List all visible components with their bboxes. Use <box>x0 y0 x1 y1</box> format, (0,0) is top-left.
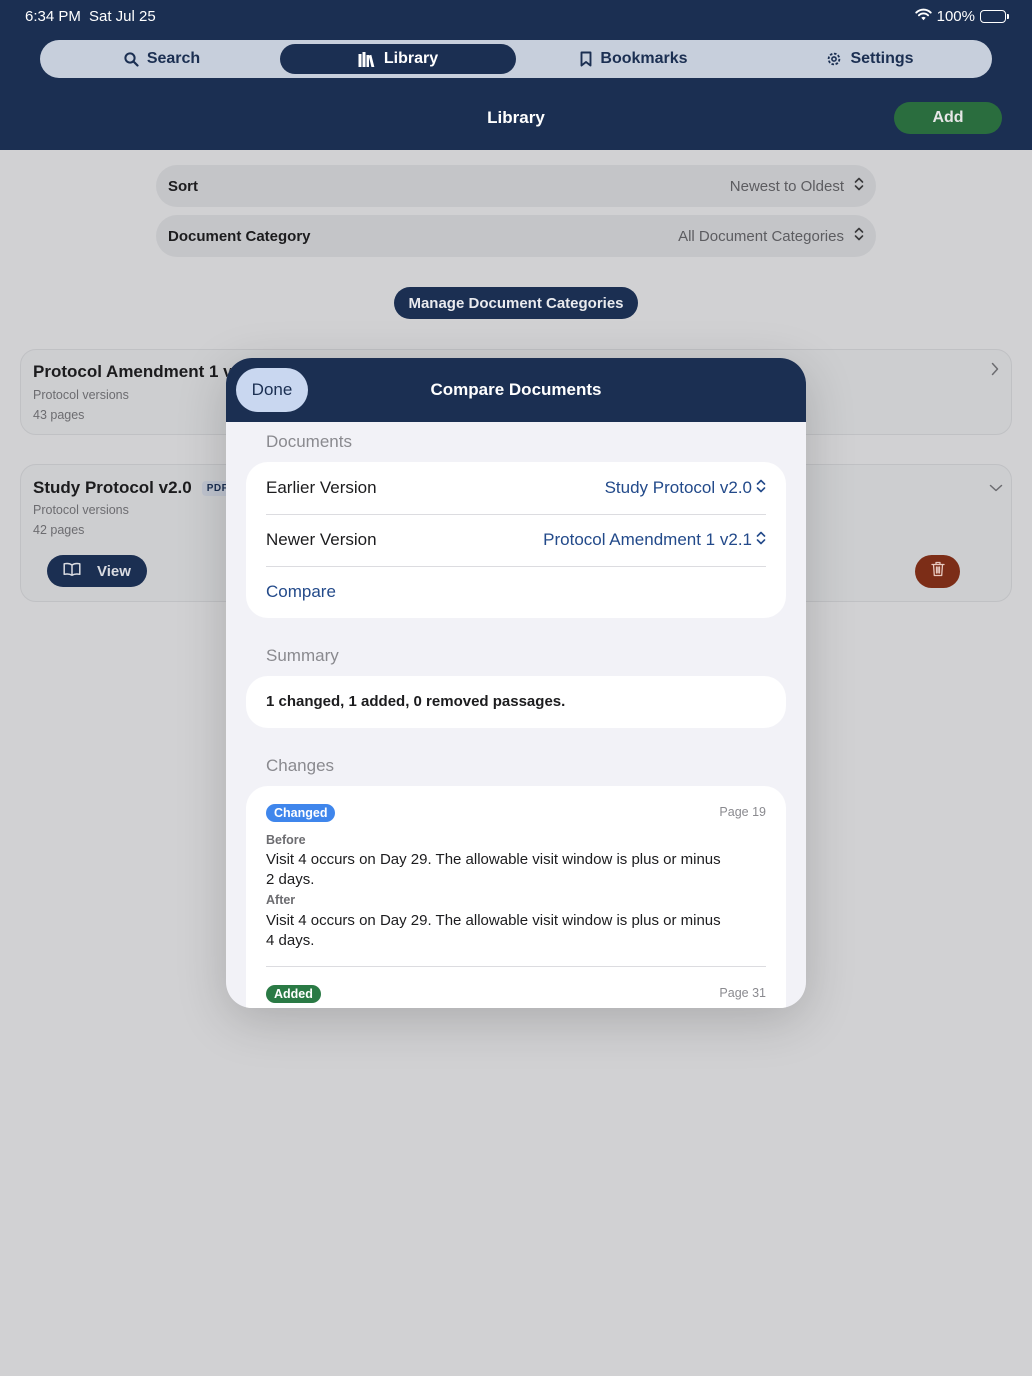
bookmark-icon <box>580 51 592 67</box>
changed-badge: Changed <box>266 804 336 822</box>
gear-icon <box>826 51 842 67</box>
changes-group: Changed Page 19 Before Visit 4 occurs on… <box>246 786 786 1008</box>
category-label: Document Category <box>168 227 311 245</box>
before-label: Before <box>266 833 306 847</box>
status-time: 6:34 PM <box>25 8 81 25</box>
before-text-line: Visit 4 occurs on Day 29. The allowable … <box>266 851 721 868</box>
after-text-line: Visit 4 occurs on Day 29. The allowable … <box>266 912 721 929</box>
divider <box>266 966 766 967</box>
tab-label: Settings <box>850 50 914 67</box>
earlier-version-value: Study Protocol v2.0 <box>604 478 752 497</box>
compare-documents-sheet: Done Compare Documents Documents Earlier… <box>226 358 806 1008</box>
battery-percentage: 100% <box>936 8 975 25</box>
earlier-version-picker[interactable]: Earlier Version Study Protocol v2.0 <box>266 462 766 514</box>
summary-text: 1 changed, 1 added, 0 removed passages. <box>266 693 566 710</box>
tab-library[interactable]: Library <box>280 44 516 74</box>
category-picker[interactable]: Document Category All Document Categorie… <box>156 215 876 257</box>
chevron-up-down-icon <box>854 227 864 245</box>
search-icon <box>124 51 139 67</box>
earlier-version-label: Earlier Version <box>266 478 377 497</box>
status-bar: 6:34 PM Sat Jul 25 100% <box>0 0 1032 32</box>
newer-version-value: Protocol Amendment 1 v2.1 <box>543 530 752 549</box>
battery-icon <box>980 10 1009 23</box>
sheet-header: Done Compare Documents <box>226 358 806 422</box>
wifi-icon <box>914 8 932 25</box>
documents-group: Earlier Version Study Protocol v2.0 Newe… <box>246 462 786 618</box>
trash-icon <box>930 561 945 582</box>
after-label: After <box>266 893 296 907</box>
newer-version-label: Newer Version <box>266 530 377 549</box>
tab-search[interactable]: Search <box>44 44 280 74</box>
delete-button[interactable] <box>915 555 960 588</box>
compare-row: Compare <box>266 566 766 618</box>
books-icon <box>358 51 376 67</box>
tab-label: Search <box>146 50 201 67</box>
add-button[interactable]: Add <box>894 102 1002 134</box>
tab-settings[interactable]: Settings <box>752 44 988 74</box>
chevron-right-icon[interactable] <box>991 362 999 381</box>
chevron-down-icon[interactable] <box>989 479 1003 497</box>
before-text-line: 2 days. <box>266 871 315 888</box>
sort-value: Newest to Oldest <box>729 177 844 195</box>
summary-section-header: Summary <box>266 646 339 665</box>
segmented-tab-bar: Search Library Bookmarks Settings <box>40 40 992 78</box>
documents-section-header: Documents <box>266 432 352 451</box>
document-category: Protocol versions <box>33 388 129 402</box>
chevron-up-down-icon <box>756 530 766 550</box>
earlier-version-value-wrap: Study Protocol v2.0 <box>605 478 766 498</box>
summary-group: 1 changed, 1 added, 0 removed passages. <box>246 676 786 728</box>
sort-picker[interactable]: Sort Newest to Oldest <box>156 165 876 207</box>
newer-version-picker[interactable]: Newer Version Protocol Amendment 1 v2.1 <box>266 514 766 566</box>
manage-categories-button[interactable]: Manage Document Categories <box>394 287 638 319</box>
added-badge: Added <box>266 985 321 1003</box>
document-title-text: Protocol Amendment 1 v2 <box>33 362 243 381</box>
compare-button[interactable]: Compare <box>266 582 336 602</box>
changes-section-header: Changes <box>266 756 335 775</box>
view-button[interactable]: View <box>47 555 147 587</box>
document-title: Study Protocol v2.0 PDF <box>33 478 234 498</box>
view-label: View <box>97 562 131 580</box>
tab-label: Library <box>383 50 439 67</box>
tab-label: Bookmarks <box>600 50 688 67</box>
chevron-up-down-icon <box>854 177 864 195</box>
page-reference: Page 31 <box>719 986 766 1000</box>
chevron-up-down-icon <box>756 478 766 498</box>
status-date: Sat Jul 25 <box>89 8 156 25</box>
app-header: 6:34 PM Sat Jul 25 100% Search Library B… <box>0 0 1032 150</box>
sheet-title: Compare Documents <box>430 380 602 399</box>
page-reference: Page 19 <box>719 805 766 819</box>
after-text-line: 4 days. <box>266 932 315 949</box>
document-category: Protocol versions <box>33 503 129 517</box>
sort-label: Sort <box>168 177 198 195</box>
category-value: All Document Categories <box>678 227 844 245</box>
sort-value-wrap: Newest to Oldest <box>730 177 864 195</box>
document-title-text: Study Protocol v2.0 <box>33 478 192 497</box>
page-title: Library <box>487 108 545 127</box>
document-pages: 43 pages <box>33 408 85 422</box>
status-indicators: 100% <box>914 8 1009 25</box>
document-title: Protocol Amendment 1 v2 <box>33 362 242 382</box>
category-value-wrap: All Document Categories <box>678 227 864 245</box>
document-pages: 42 pages <box>33 523 85 537</box>
newer-version-value-wrap: Protocol Amendment 1 v2.1 <box>543 530 766 550</box>
tab-bookmarks[interactable]: Bookmarks <box>516 44 752 74</box>
book-icon <box>63 562 81 580</box>
